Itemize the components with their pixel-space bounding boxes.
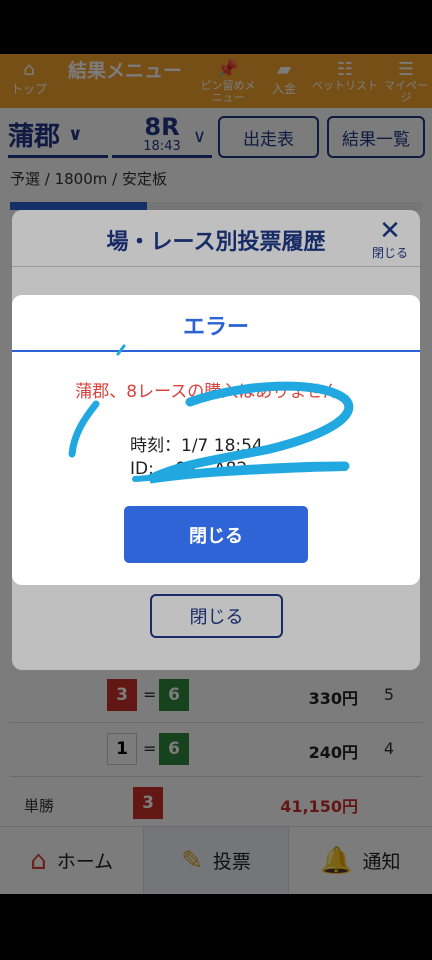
error-message: 蒲郡、8レースの購入はありません。: [75, 382, 357, 402]
app-frame: ⌂ トップ 結果メニュー 📌 ピン留めメニュー ▰ 入金 ☷ ベットリスト ☰ …: [0, 0, 432, 960]
error-id: ID: ...94 - A82: [130, 459, 248, 479]
screen: ⌂ トップ 結果メニュー 📌 ピン留めメニュー ▰ 入金 ☷ ベットリスト ☰ …: [0, 54, 432, 894]
error-dialog-title: エラー: [182, 315, 249, 340]
error-close-button[interactable]: 閉じる: [124, 506, 308, 563]
error-dialog: エラー 蒲郡、8レースの購入はありません。 時刻：1/7 18:54 ID: .…: [12, 295, 420, 585]
error-time: 時刻：1/7 18:54: [130, 436, 263, 456]
divider: [12, 350, 420, 352]
